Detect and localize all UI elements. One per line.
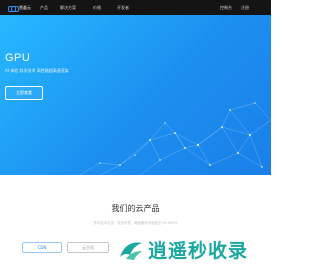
watermark: 逍遥秒收录	[118, 234, 271, 271]
tab-cloud-host[interactable]: 云主机	[67, 242, 109, 253]
brand-logo[interactable]: 慧鑫云	[8, 4, 31, 12]
view-now-button[interactable]: 立即查看	[5, 86, 43, 100]
hero-banner: GPU AI 体验 科学技术 高性能超高速渲染 立即查看	[0, 15, 271, 175]
tab-cdn[interactable]: CDN	[22, 242, 62, 253]
products-subtitle: 多年技术沉淀，安全可靠，确保服务可用性达 99.999%	[93, 221, 178, 225]
watermark-text: 逍遥秒收录	[148, 240, 249, 262]
hero-subtitle: AI 体验 科学技术 高性能超高速渲染	[5, 68, 69, 73]
nav-item-developers[interactable]: 开发者	[117, 5, 129, 10]
products-title: 我们的云产品	[111, 204, 160, 213]
nav-item-pricing[interactable]: 价格	[93, 5, 101, 10]
hero-title: GPU	[5, 52, 31, 64]
nav-item-console[interactable]: 控制台	[220, 5, 232, 10]
cloud-logo-icon	[8, 5, 19, 12]
nav-item-register[interactable]: 注册	[241, 5, 249, 10]
nav-item-solutions[interactable]: 解决方案	[60, 5, 76, 10]
watermark-logo-icon	[120, 242, 142, 260]
brand-name: 慧鑫云	[19, 4, 31, 10]
top-navbar: 慧鑫云 产品 解决方案 价格 开发者 控制台 注册	[0, 0, 271, 15]
nav-item-products[interactable]: 产品	[40, 5, 48, 10]
